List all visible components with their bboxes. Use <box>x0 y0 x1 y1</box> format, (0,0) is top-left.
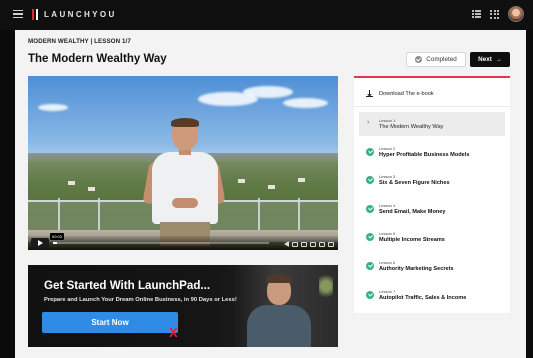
lesson-item-4[interactable]: Lesson 4 Send Email, Make Money <box>359 197 505 221</box>
lesson-item-6[interactable]: Lesson 6 Authority Marketing Secrets <box>359 254 505 278</box>
completed-label: Completed <box>426 56 457 63</box>
lesson-name: Authority Marketing Secrets <box>379 266 454 272</box>
page-title: The Modern Wealthy Way <box>28 53 167 65</box>
banner-photo <box>233 265 338 347</box>
lesson-number: Lesson 7 <box>379 289 396 294</box>
chevron-right-icon: › <box>367 119 370 126</box>
brand-logo[interactable]: LAUNCHYOU <box>32 9 117 20</box>
fullscreen-icon[interactable] <box>328 241 334 247</box>
top-bar: LAUNCHYOU <box>0 0 533 30</box>
banner-title: Get Started With LaunchPad... <box>44 279 211 292</box>
next-label: Next <box>478 56 492 63</box>
lesson-name: Send Email, Make Money <box>379 209 446 215</box>
lesson-name: Six & Seven Figure Niches <box>379 180 450 186</box>
check-circle-icon <box>366 148 374 156</box>
banner-subtitle: Prepare and Launch Your Dream Online Bus… <box>44 297 237 303</box>
lesson-item-2[interactable]: Lesson 2 Hyper Profitable Business Model… <box>359 140 505 164</box>
next-button[interactable]: Next → <box>470 52 510 67</box>
lesson-item-1[interactable]: › Lesson 1 The Modern Wealthy Way <box>359 112 505 136</box>
lesson-item-5[interactable]: Lesson 5 Multiple Income Streams <box>359 225 505 249</box>
presenter <box>142 118 226 246</box>
arrow-right-icon: → <box>495 56 502 63</box>
captions-icon[interactable] <box>292 241 298 247</box>
time-tooltip: 00:03 <box>50 233 65 240</box>
check-circle-icon <box>415 56 423 63</box>
lesson-name: Autopilot Traffic, Sales & Income <box>379 295 467 301</box>
lesson-name: Hyper Profitable Business Models <box>379 152 470 158</box>
lesson-item-3[interactable]: Lesson 3 Six & Seven Figure Niches <box>359 168 505 192</box>
check-circle-icon <box>366 262 374 270</box>
cast-icon[interactable] <box>319 241 325 247</box>
x-mark-icon: X <box>169 325 178 340</box>
start-now-button[interactable]: Start Now <box>42 312 178 333</box>
lesson-name: Multiple Income Streams <box>379 237 445 243</box>
brand-mark-icon <box>32 9 39 20</box>
volume-icon[interactable] <box>284 241 289 247</box>
brand-name: LAUNCHYOU <box>44 10 117 19</box>
lesson-number: Lesson 6 <box>379 260 396 265</box>
video-player[interactable]: 00:03 <box>28 76 338 250</box>
video-progress-bar[interactable] <box>53 242 269 244</box>
settings-icon[interactable] <box>301 241 307 247</box>
lesson-number: Lesson 4 <box>379 203 396 208</box>
download-icon <box>366 90 373 97</box>
top-right-icons <box>472 6 524 22</box>
video-progress-fill <box>53 242 58 244</box>
lesson-item-7[interactable]: Lesson 7 Autopilot Traffic, Sales & Inco… <box>359 283 505 307</box>
lesson-number: Lesson 3 <box>379 174 396 179</box>
download-ebook-link[interactable]: Download The e-book <box>366 90 434 97</box>
lesson-page: MODERN WEALTHY | LESSON 1/7 The Modern W… <box>15 30 526 358</box>
picture-in-picture-icon[interactable] <box>310 241 316 247</box>
lesson-name: The Modern Wealthy Way <box>379 124 444 130</box>
check-circle-icon <box>366 291 374 299</box>
lesson-sidebar: Download The e-book › Lesson 1 The Moder… <box>354 76 510 313</box>
app-frame: LAUNCHYOU MODERN WEALTHY | LESSON 1/7 Th… <box>0 0 533 358</box>
lesson-number: Lesson 2 <box>379 146 396 151</box>
menu-icon[interactable] <box>13 10 23 18</box>
player-icons <box>284 241 334 247</box>
list-view-icon[interactable] <box>472 10 481 18</box>
video-controls: 00:03 <box>28 233 338 250</box>
check-circle-icon <box>366 205 374 213</box>
check-circle-icon <box>366 176 374 184</box>
completed-button[interactable]: Completed <box>406 52 466 67</box>
check-circle-icon <box>366 233 374 241</box>
lesson-number: Lesson 5 <box>379 231 396 236</box>
launchpad-banner[interactable]: Get Started With LaunchPad... Prepare an… <box>28 265 338 347</box>
grid-view-icon[interactable] <box>490 9 499 19</box>
download-label: Download The e-book <box>379 90 434 97</box>
breadcrumb: MODERN WEALTHY | LESSON 1/7 <box>28 38 131 45</box>
lesson-number: Lesson 1 <box>379 118 396 123</box>
divider <box>354 106 510 107</box>
user-avatar[interactable] <box>508 6 524 22</box>
play-icon[interactable] <box>31 238 49 248</box>
